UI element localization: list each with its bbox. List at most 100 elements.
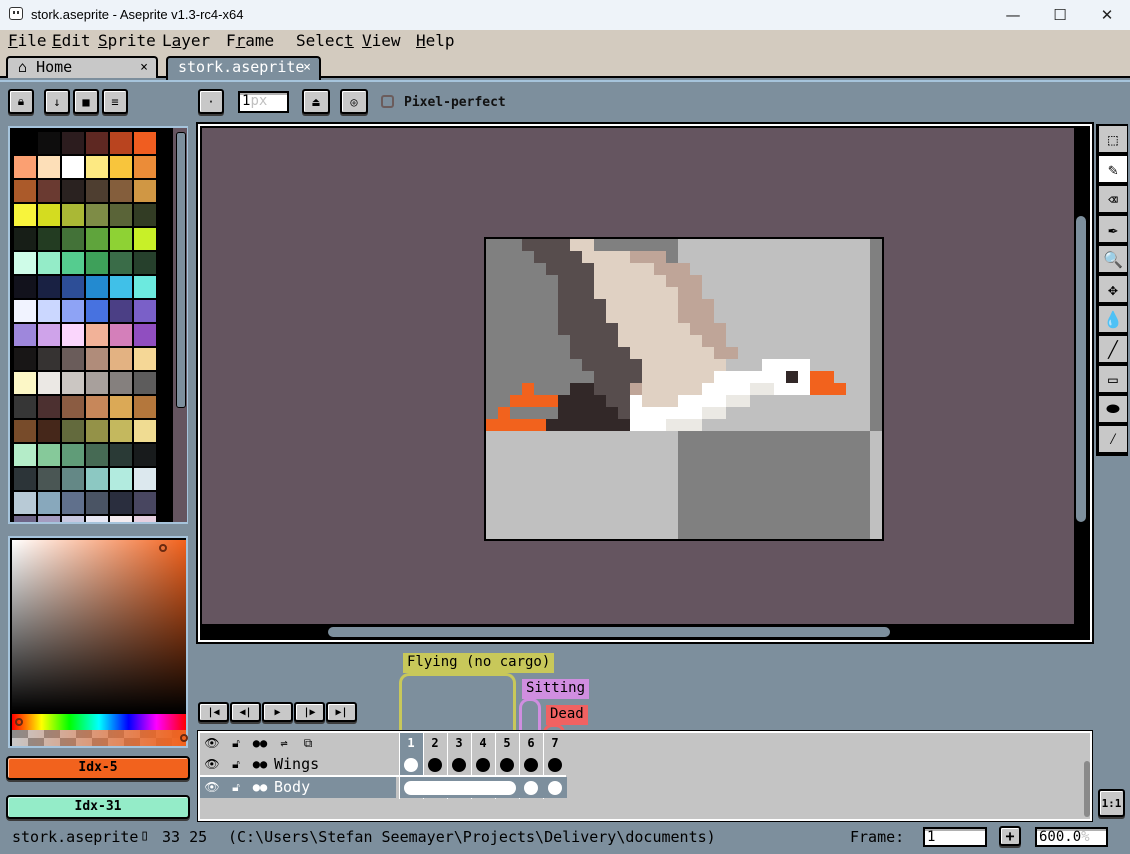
palette-swatch[interactable] (62, 132, 84, 154)
palette-swatch[interactable] (38, 492, 60, 514)
palette-swatch[interactable] (110, 228, 132, 250)
saturation-value-field[interactable] (12, 540, 186, 712)
menu-frame[interactable]: Frame (226, 31, 274, 50)
timeline-vertical-scrollbar[interactable] (1084, 761, 1090, 817)
palette-swatch[interactable] (14, 444, 36, 466)
palette-swatch[interactable] (110, 180, 132, 202)
palette-swatch[interactable] (62, 492, 84, 514)
paint-bucket-tool[interactable]: 💧 (1099, 306, 1127, 334)
palette-swatch[interactable] (14, 492, 36, 514)
tab-close-icon[interactable]: × (140, 58, 148, 77)
ink-type-button[interactable]: ⏏ (302, 89, 330, 114)
palette-swatch[interactable] (38, 516, 60, 522)
palette-swatch[interactable] (38, 132, 60, 154)
cel[interactable] (548, 758, 562, 772)
palette-swatch[interactable] (134, 156, 156, 178)
hue-slider[interactable] (12, 714, 186, 730)
palette-swatch[interactable] (134, 492, 156, 514)
palette-swatch[interactable] (86, 372, 108, 394)
layer-body-continuous-icon[interactable]: ●● (248, 777, 272, 797)
hue-cursor[interactable] (15, 718, 23, 726)
palette-swatch[interactable] (14, 204, 36, 226)
layer-body-lock-icon[interactable]: 🔓︎ (224, 777, 248, 797)
palette-swatch[interactable] (86, 228, 108, 250)
palette-swatch[interactable] (38, 396, 60, 418)
brush-size-input[interactable]: 1px (238, 91, 289, 113)
tag-dead[interactable]: Dead (546, 705, 588, 725)
palette-swatch[interactable] (38, 444, 60, 466)
menu-view[interactable]: View (362, 31, 401, 50)
palette-swatch[interactable] (38, 180, 60, 202)
palette-swatch[interactable] (110, 324, 132, 346)
palette-swatch[interactable] (62, 396, 84, 418)
frame-header[interactable]: 7 (544, 736, 566, 756)
layer-wings-lock-icon[interactable]: 🔓︎ (224, 754, 248, 774)
cel[interactable] (524, 781, 538, 795)
rectangular-marquee-tool[interactable]: ⬚ (1099, 126, 1127, 154)
frame-header[interactable]: 5 (496, 736, 518, 756)
foreground-color-button[interactable]: Idx-5 (6, 756, 190, 780)
zoom-input[interactable]: 600.0% (1035, 827, 1108, 847)
menu-file[interactable]: File (8, 31, 47, 50)
layer-wings-visibility-icon[interactable]: 👁 (200, 754, 224, 774)
linked-cel[interactable] (404, 781, 516, 795)
frame-header[interactable]: 2 (424, 736, 446, 756)
palette-swatch[interactable] (86, 444, 108, 466)
maximize-button[interactable]: ☐ (1037, 0, 1083, 30)
layer-body-visibility-icon[interactable]: 👁 (200, 777, 224, 797)
palette-swatch[interactable] (86, 396, 108, 418)
palette-swatch[interactable] (14, 372, 36, 394)
palette-swatch[interactable] (38, 276, 60, 298)
palette-swatch[interactable] (62, 324, 84, 346)
palette-swatch[interactable] (134, 228, 156, 250)
first-frame-button[interactable]: |◀ (198, 702, 229, 722)
palette-swatch[interactable] (134, 348, 156, 370)
frame-input[interactable]: 1 (923, 827, 987, 847)
palette-swatch[interactable] (62, 348, 84, 370)
palette-swatch[interactable] (86, 180, 108, 202)
onion-skin-icon[interactable]: ⧉ (296, 733, 320, 753)
palette-swatch[interactable] (38, 420, 60, 442)
palette-swatch[interactable] (38, 372, 60, 394)
palette-swatch[interactable] (14, 276, 36, 298)
palette-swatch[interactable] (86, 492, 108, 514)
palette-options-button[interactable]: ≡ (102, 89, 128, 114)
line-tool[interactable]: ╱ (1099, 336, 1127, 364)
tab-close-icon[interactable]: × (303, 58, 311, 77)
palette-swatch[interactable] (110, 252, 132, 274)
palette-swatch[interactable] (62, 276, 84, 298)
timeline-settings-icon[interactable]: ⇌ (272, 733, 296, 753)
palette-swatch[interactable] (110, 420, 132, 442)
palette-swatch[interactable] (86, 204, 108, 226)
palette-swatch[interactable] (134, 180, 156, 202)
palette-swatch[interactable] (134, 252, 156, 274)
palette-swatch[interactable] (14, 396, 36, 418)
previous-frame-button[interactable]: ◀| (230, 702, 261, 722)
alpha-slider[interactable] (12, 730, 186, 746)
editor-vertical-scrollbar[interactable] (1076, 216, 1086, 522)
palette-swatch[interactable] (38, 204, 60, 226)
palette-swatch[interactable] (62, 156, 84, 178)
palette-swatch[interactable] (14, 516, 36, 522)
palette-swatch[interactable] (110, 444, 132, 466)
palette-scrollbar[interactable] (176, 132, 186, 408)
palette-swatch[interactable] (86, 420, 108, 442)
palette-presets-button[interactable]: ■ (73, 89, 99, 114)
palette-swatch[interactable] (134, 372, 156, 394)
brush-type-button[interactable]: · (198, 89, 224, 114)
palette-swatch[interactable] (110, 516, 132, 522)
cel[interactable] (404, 758, 418, 772)
palette-swatch[interactable] (38, 348, 60, 370)
palette-sort-button[interactable]: ↓ (44, 89, 70, 114)
cel[interactable] (500, 758, 514, 772)
palette-swatch[interactable] (62, 444, 84, 466)
palette-swatch[interactable] (134, 324, 156, 346)
palette-swatch[interactable] (110, 276, 132, 298)
palette-swatch[interactable] (14, 180, 36, 202)
zoom-reset-button[interactable]: 1:1 (1098, 789, 1125, 817)
tab-home[interactable]: ⌂ Home × (6, 56, 158, 78)
palette-swatch[interactable] (110, 204, 132, 226)
palette-swatch[interactable] (62, 180, 84, 202)
palette-swatch[interactable] (110, 300, 132, 322)
palette-swatch[interactable] (110, 348, 132, 370)
